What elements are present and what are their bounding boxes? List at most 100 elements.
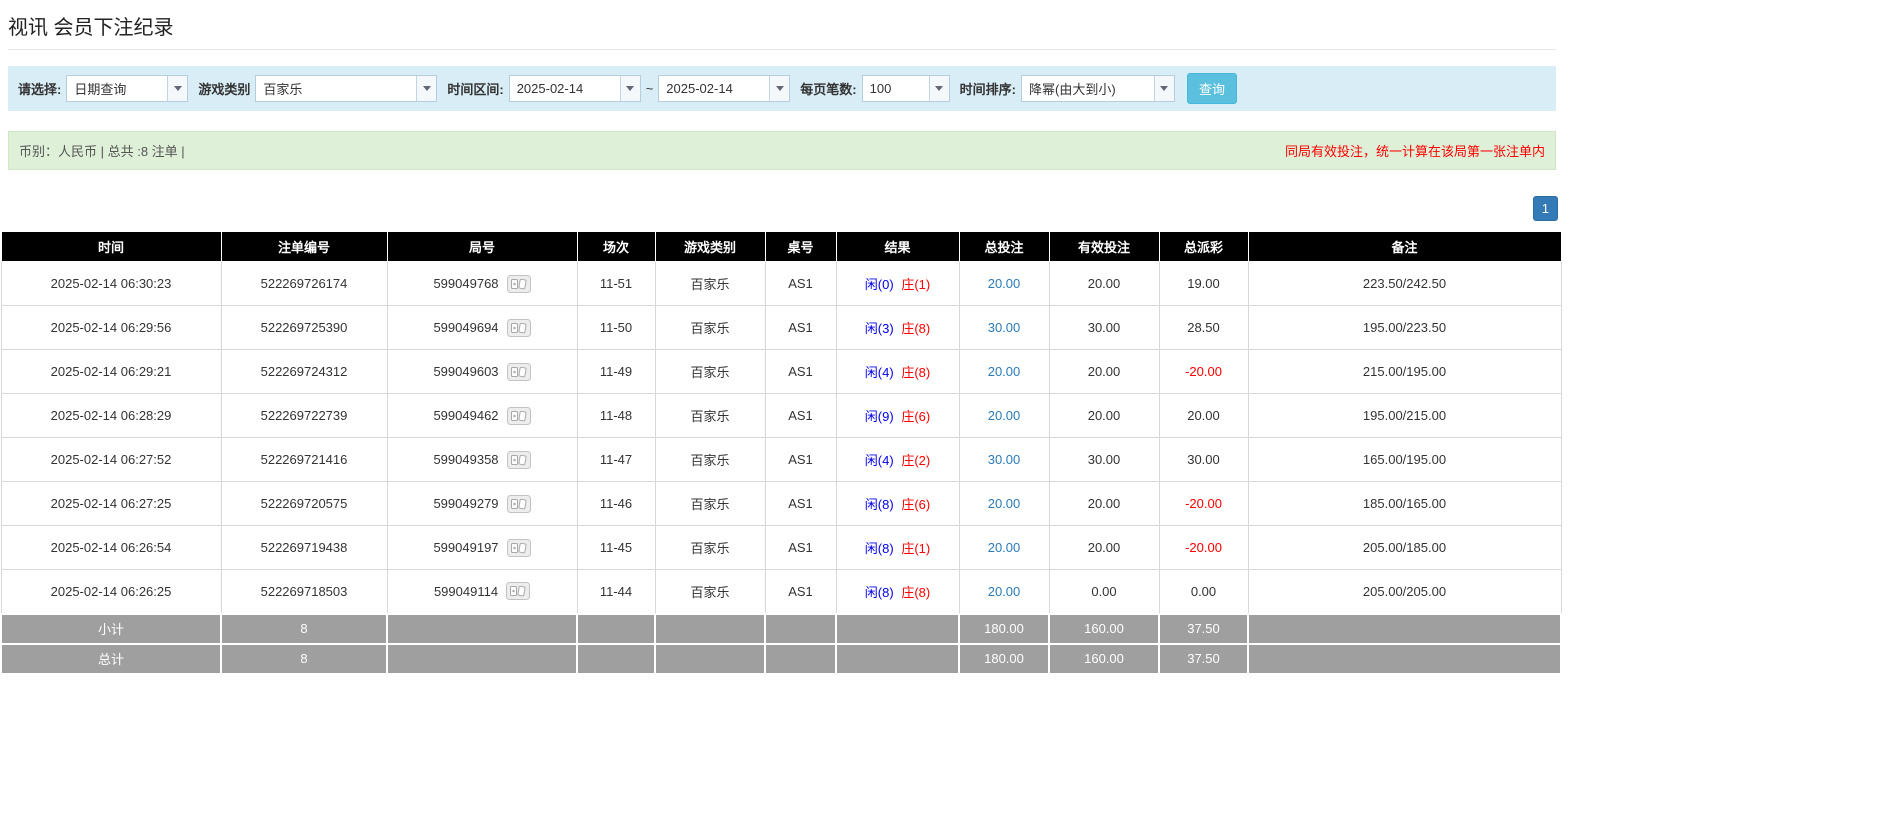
cell-round-id: 599049603 xyxy=(386,349,578,394)
date-from-input[interactable] xyxy=(509,76,620,101)
session-no: 11-45 xyxy=(599,540,633,555)
round-video-icon[interactable] xyxy=(506,494,531,513)
cell-note: 165.00/195.00 xyxy=(1247,437,1562,482)
bet-records-table: 时间 注单编号 局号 场次 游戏类别 桌号 结果 总投注 有效投注 总派彩 备注… xyxy=(0,231,1562,675)
cell-bet-id: 522269724312 xyxy=(220,349,388,394)
game-type-dropdown-button[interactable] xyxy=(416,76,437,101)
valid-bet: 20.00 xyxy=(1087,496,1121,511)
cell-round-id: 599049114 xyxy=(386,569,578,614)
cell-valid-bet: 30.00 xyxy=(1048,305,1160,350)
total-bet-link[interactable]: 20.00 xyxy=(988,496,1021,511)
search-button[interactable]: 查询 xyxy=(1186,73,1237,104)
cell-valid-bet: 20.00 xyxy=(1048,481,1160,526)
round-id: 599049279 xyxy=(433,496,499,511)
query-type-dropdown-button[interactable] xyxy=(167,76,188,101)
game-type: 百家乐 xyxy=(690,365,730,380)
cell-game-type: 百家乐 xyxy=(654,393,766,438)
cell-round-id: 599049694 xyxy=(386,305,578,350)
cell-session: 11-47 xyxy=(576,437,656,482)
total-bet-link[interactable]: 20.00 xyxy=(988,276,1021,291)
result-banker: 庄(8) xyxy=(901,321,931,336)
page-size-dropdown-button[interactable] xyxy=(928,76,949,101)
cell-bet-id: 522269722739 xyxy=(220,393,388,438)
time-sort-dropdown-button[interactable] xyxy=(1153,76,1174,101)
bet-id: 522269722739 xyxy=(260,408,348,423)
total-bet-link[interactable]: 20.00 xyxy=(988,364,1021,379)
total-empty-cell xyxy=(835,642,960,675)
round-video-icon[interactable] xyxy=(506,450,531,469)
round-video-icon[interactable] xyxy=(506,538,531,557)
payout-value: 19.00 xyxy=(1187,276,1220,291)
round-video-icon[interactable] xyxy=(506,318,531,337)
payout-value: 20.00 xyxy=(1187,408,1220,423)
total-bet-link[interactable]: 20.00 xyxy=(988,540,1021,555)
header-time: 时间 xyxy=(0,231,222,262)
result-player: 闲(8) xyxy=(864,541,894,556)
cell-game-type: 百家乐 xyxy=(654,437,766,482)
page-1-button-top[interactable]: 1 xyxy=(1532,196,1558,221)
total-bet-link[interactable]: 20.00 xyxy=(988,408,1021,423)
cell-game-type: 百家乐 xyxy=(654,305,766,350)
game-type-input[interactable] xyxy=(256,76,417,101)
cell-round-id: 599049462 xyxy=(386,393,578,438)
session-no: 11-51 xyxy=(599,276,633,291)
bet-time: 2025-02-14 06:26:54 xyxy=(50,540,172,555)
total-bet-link[interactable]: 20.00 xyxy=(988,584,1021,599)
note-value: 223.50/242.50 xyxy=(1362,276,1447,291)
header-result: 结果 xyxy=(835,231,960,262)
bet-id: 522269721416 xyxy=(260,452,348,467)
time-sort-input[interactable] xyxy=(1021,76,1154,101)
cell-note: 223.50/242.50 xyxy=(1247,261,1562,306)
table-row: 2025-02-14 06:29:21 522269724312 5990496… xyxy=(0,349,1562,394)
result-player: 闲(3) xyxy=(864,321,894,336)
cell-note: 205.00/205.00 xyxy=(1247,569,1562,614)
date-from-combobox xyxy=(508,75,641,102)
game-type: 百家乐 xyxy=(690,409,730,424)
bet-id: 522269725390 xyxy=(260,320,348,335)
total-payout-cell: 37.50 xyxy=(1158,642,1249,675)
note-value: 185.00/165.00 xyxy=(1362,496,1447,511)
cell-time: 2025-02-14 06:26:54 xyxy=(0,525,222,570)
bet-time: 2025-02-14 06:27:52 xyxy=(50,452,172,467)
total-empty-cell xyxy=(764,642,837,675)
total-bet-link[interactable]: 30.00 xyxy=(988,452,1021,467)
result-banker: 庄(6) xyxy=(901,497,931,512)
cell-time: 2025-02-14 06:26:25 xyxy=(0,569,222,614)
result-banker: 庄(1) xyxy=(901,277,931,292)
round-id: 599049694 xyxy=(433,320,499,335)
total-label-cell: 总计 xyxy=(0,642,222,675)
valid-bet: 30.00 xyxy=(1087,452,1121,467)
subtotal-total-bet-cell: 180.00 xyxy=(958,612,1050,645)
cell-note: 215.00/195.00 xyxy=(1247,349,1562,394)
round-video-icon[interactable] xyxy=(506,362,531,381)
bet-id: 522269718503 xyxy=(260,583,348,599)
cell-session: 11-48 xyxy=(576,393,656,438)
table-row: 2025-02-14 06:29:56 522269725390 5990496… xyxy=(0,305,1562,350)
game-type: 百家乐 xyxy=(690,584,730,600)
date-to-input[interactable] xyxy=(659,76,770,101)
round-video-icon[interactable] xyxy=(506,406,531,425)
round-video-icon[interactable] xyxy=(506,274,531,293)
total-bet-link[interactable]: 30.00 xyxy=(988,320,1021,335)
subtotal-note-cell xyxy=(1247,612,1562,645)
cell-result: 闲(4) 庄(2) xyxy=(835,437,960,482)
page-size-input[interactable] xyxy=(862,76,929,101)
total-empty-cell xyxy=(386,642,578,675)
total-empty-cell xyxy=(654,642,766,675)
game-type: 百家乐 xyxy=(690,277,730,292)
date-to-dropdown-button[interactable] xyxy=(769,76,790,101)
cell-valid-bet: 20.00 xyxy=(1048,393,1160,438)
subtotal-label-cell: 小计 xyxy=(0,612,222,645)
cell-payout: 19.00 xyxy=(1158,261,1249,306)
round-video-icon[interactable] xyxy=(506,582,531,601)
table-footer: 小计 8 180.00 160.00 37.50 总计 8 180.00 160… xyxy=(0,612,1562,675)
round-id: 599049603 xyxy=(433,364,499,379)
cell-total-bet: 20.00 xyxy=(958,349,1050,394)
subtotal-valid-bet-cell: 160.00 xyxy=(1048,612,1160,645)
table-row: 2025-02-14 06:30:23 522269726174 5990497… xyxy=(0,261,1562,306)
date-from-dropdown-button[interactable] xyxy=(619,76,640,101)
cell-session: 11-51 xyxy=(576,261,656,306)
cell-valid-bet: 20.00 xyxy=(1048,349,1160,394)
round-id: 599049358 xyxy=(433,452,499,467)
query-type-input[interactable] xyxy=(67,76,168,101)
